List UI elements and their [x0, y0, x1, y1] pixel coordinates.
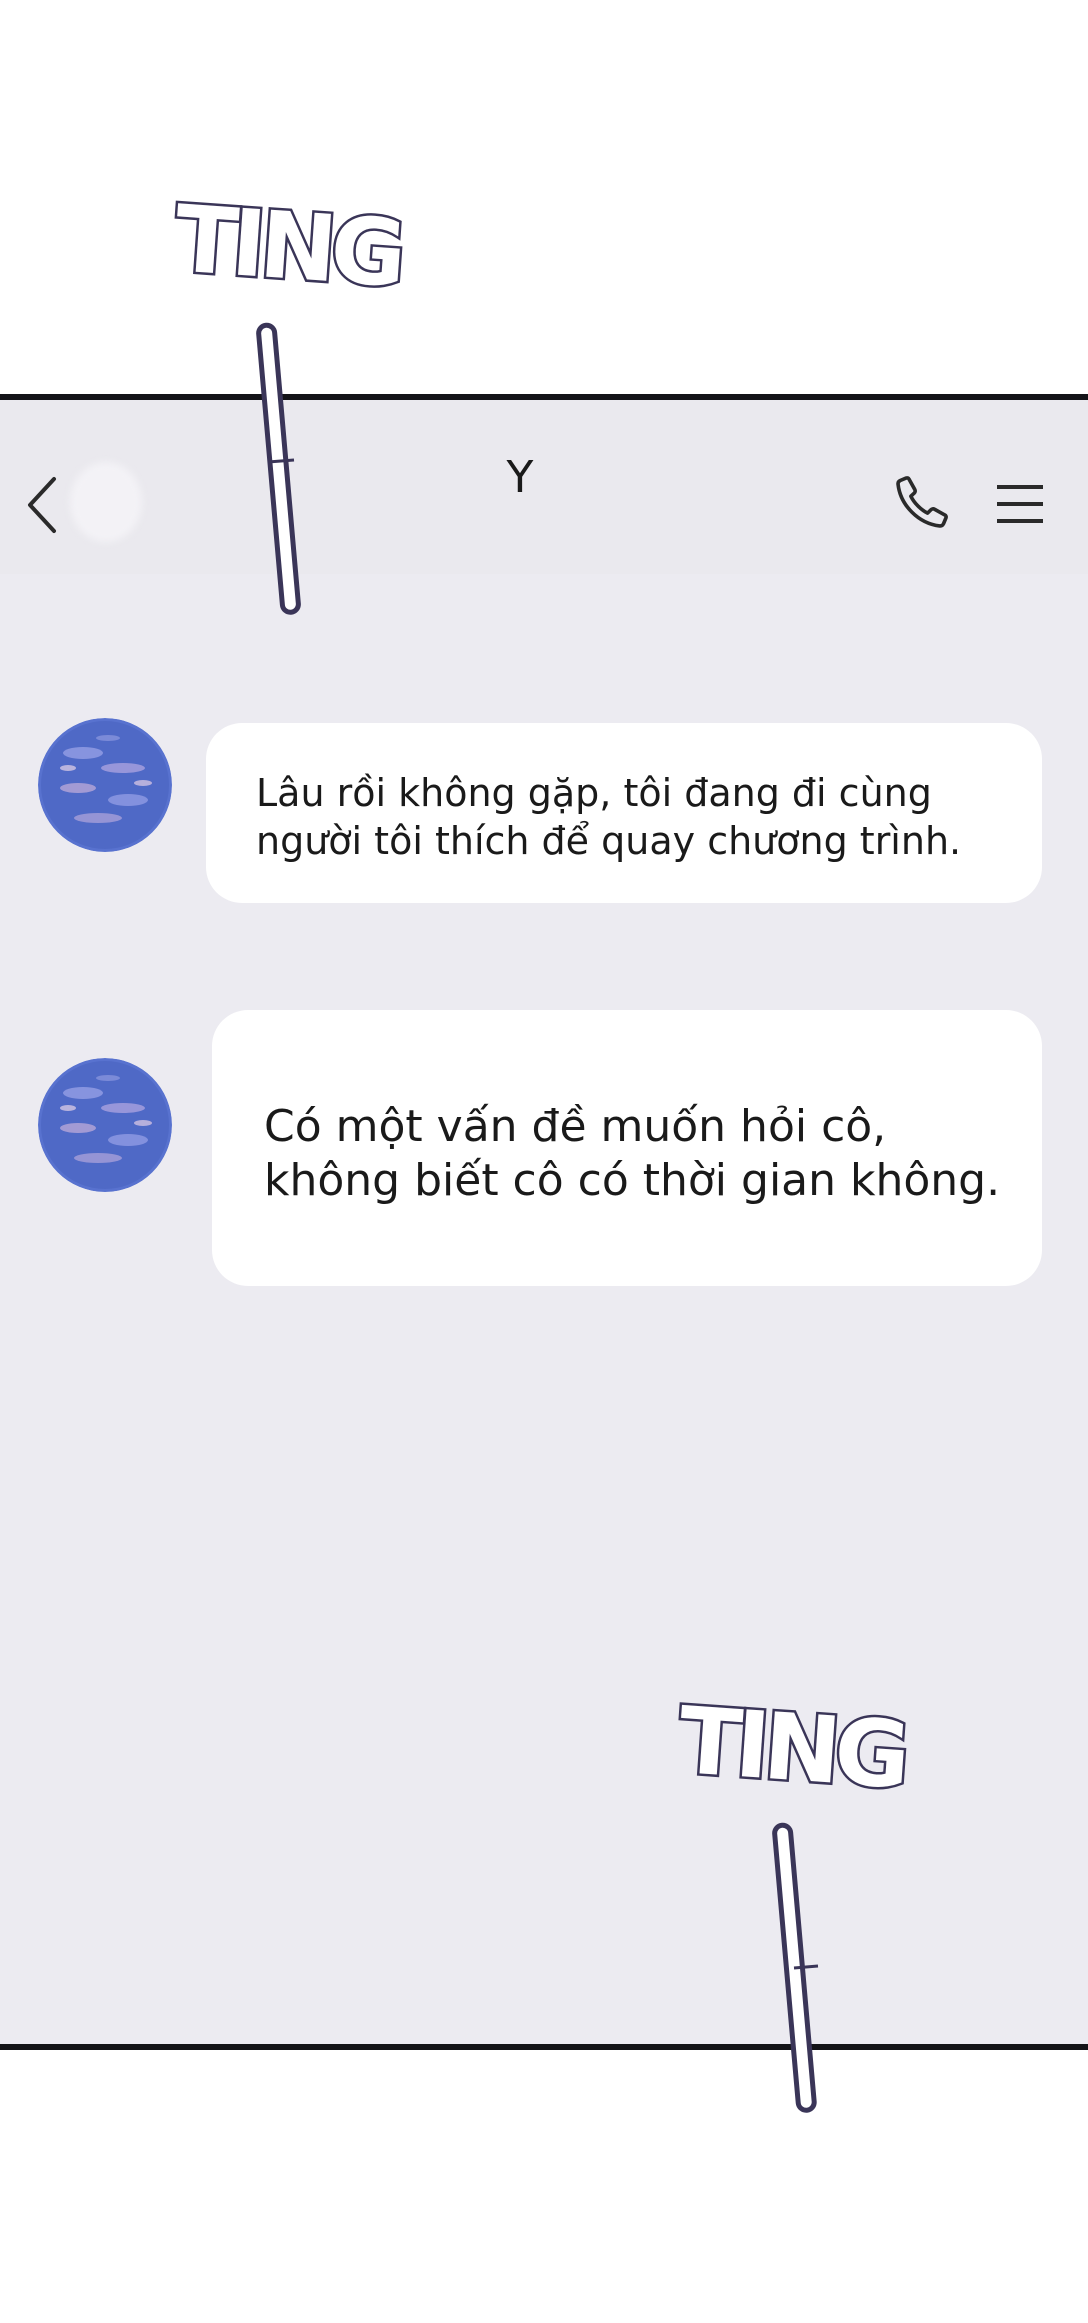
bottom-panel-gutter: [0, 2050, 1088, 2323]
top-panel-gutter: [0, 0, 1088, 395]
chevron-left-icon: [28, 477, 56, 533]
menu-button[interactable]: [990, 476, 1050, 532]
avatar-image: [38, 718, 172, 852]
sender-avatar[interactable]: [38, 718, 172, 852]
header-avatar-blurred: [70, 462, 142, 542]
back-button[interactable]: [18, 470, 66, 540]
message-text-line: không biết cô có thời gian không.: [264, 1155, 1001, 1206]
message-text-line: người tôi thích để quay chương trình.: [256, 819, 962, 863]
message-bubble[interactable]: Có một vấn đề muốn hỏi cô, không biết cô…: [212, 1010, 1042, 1286]
sender-avatar[interactable]: [38, 1058, 172, 1192]
contact-name: Y: [506, 452, 534, 503]
call-button[interactable]: [892, 472, 952, 532]
avatar-image: [38, 1058, 172, 1192]
message-text-line: Lâu rồi không gặp, tôi đang đi cùng: [256, 771, 932, 815]
message-bubble[interactable]: Lâu rồi không gặp, tôi đang đi cùng ngườ…: [206, 723, 1042, 903]
hamburger-menu-icon: [997, 485, 1043, 523]
message-text-line: Có một vấn đề muốn hỏi cô,: [264, 1101, 887, 1152]
phone-icon: [896, 476, 948, 528]
